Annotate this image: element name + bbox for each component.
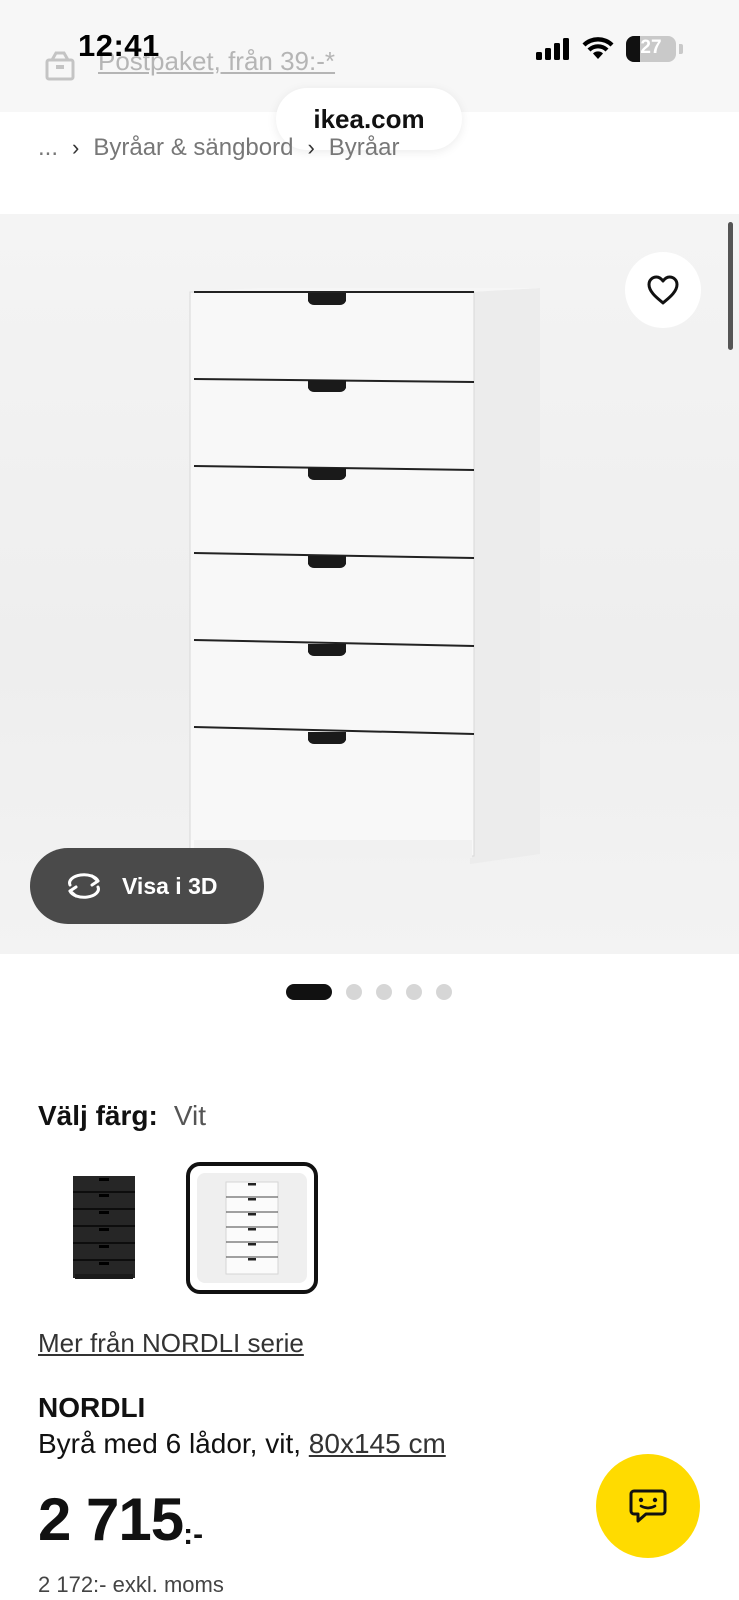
rotate-3d-icon	[68, 873, 100, 899]
breadcrumb: ... › Byråar & sängbord › Byråar	[38, 134, 399, 162]
carousel-indicator[interactable]	[286, 984, 452, 1000]
price-excl-vat: 2 172:- exkl. moms	[38, 1572, 224, 1597]
battery-cap	[679, 44, 683, 54]
white-dresser-thumbnail	[225, 1181, 279, 1275]
breadcrumb-item-current[interactable]: Byråar	[329, 134, 400, 162]
product-image	[189, 288, 540, 864]
black-dresser-thumbnail	[73, 1176, 135, 1279]
scrollbar-thumb[interactable]	[728, 222, 733, 350]
heart-icon	[647, 275, 679, 305]
view-in-3d-label: Visa i 3D	[122, 872, 218, 899]
carousel-dot[interactable]	[436, 984, 452, 1000]
battery-percent: 27	[640, 37, 662, 58]
price-amount: 2 715	[38, 1486, 184, 1553]
product-image-gallery[interactable]: Visa i 3D	[0, 214, 739, 954]
product-name: NORDLI	[38, 1392, 146, 1423]
carousel-dot[interactable]	[376, 984, 392, 1000]
status-time: 12:41	[78, 28, 160, 63]
chat-button[interactable]	[596, 1454, 700, 1558]
breadcrumb-ellipsis[interactable]: ...	[38, 134, 58, 162]
price-suffix: :-	[183, 1518, 204, 1551]
favourite-button[interactable]	[625, 252, 701, 328]
color-label: Välj färg:	[38, 1100, 158, 1131]
color-selector-header: Välj färg: Vit	[38, 1100, 206, 1132]
chevron-right-icon: ›	[72, 135, 80, 160]
color-option-white[interactable]	[186, 1162, 318, 1294]
product-description-text: Byrå med 6 lådor, vit,	[38, 1428, 309, 1459]
color-value: Vit	[173, 1100, 206, 1131]
color-option-black[interactable]	[38, 1162, 170, 1294]
product-description: Byrå med 6 lådor, vit, 80x145 cm	[38, 1428, 446, 1460]
status-icons: 27	[536, 34, 683, 64]
chat-icon	[629, 1489, 667, 1523]
carousel-dot[interactable]	[286, 984, 332, 1000]
series-link[interactable]: Mer från NORDLI serie	[38, 1328, 304, 1359]
carousel-dot[interactable]	[346, 984, 362, 1000]
wifi-icon	[582, 37, 614, 59]
cellular-signal-icon	[536, 38, 569, 60]
view-in-3d-button[interactable]: Visa i 3D	[30, 848, 264, 924]
package-icon	[45, 51, 75, 81]
battery-indicator: 27	[626, 36, 676, 62]
price: 2 715 :-	[38, 1490, 203, 1552]
breadcrumb-item-dressers[interactable]: Byråar & sängbord	[93, 134, 293, 162]
product-size-link[interactable]: 80x145 cm	[309, 1428, 446, 1459]
white-dresser-thumbnail-frame	[197, 1173, 307, 1283]
chevron-right-icon: ›	[307, 135, 315, 160]
carousel-dot[interactable]	[406, 984, 422, 1000]
